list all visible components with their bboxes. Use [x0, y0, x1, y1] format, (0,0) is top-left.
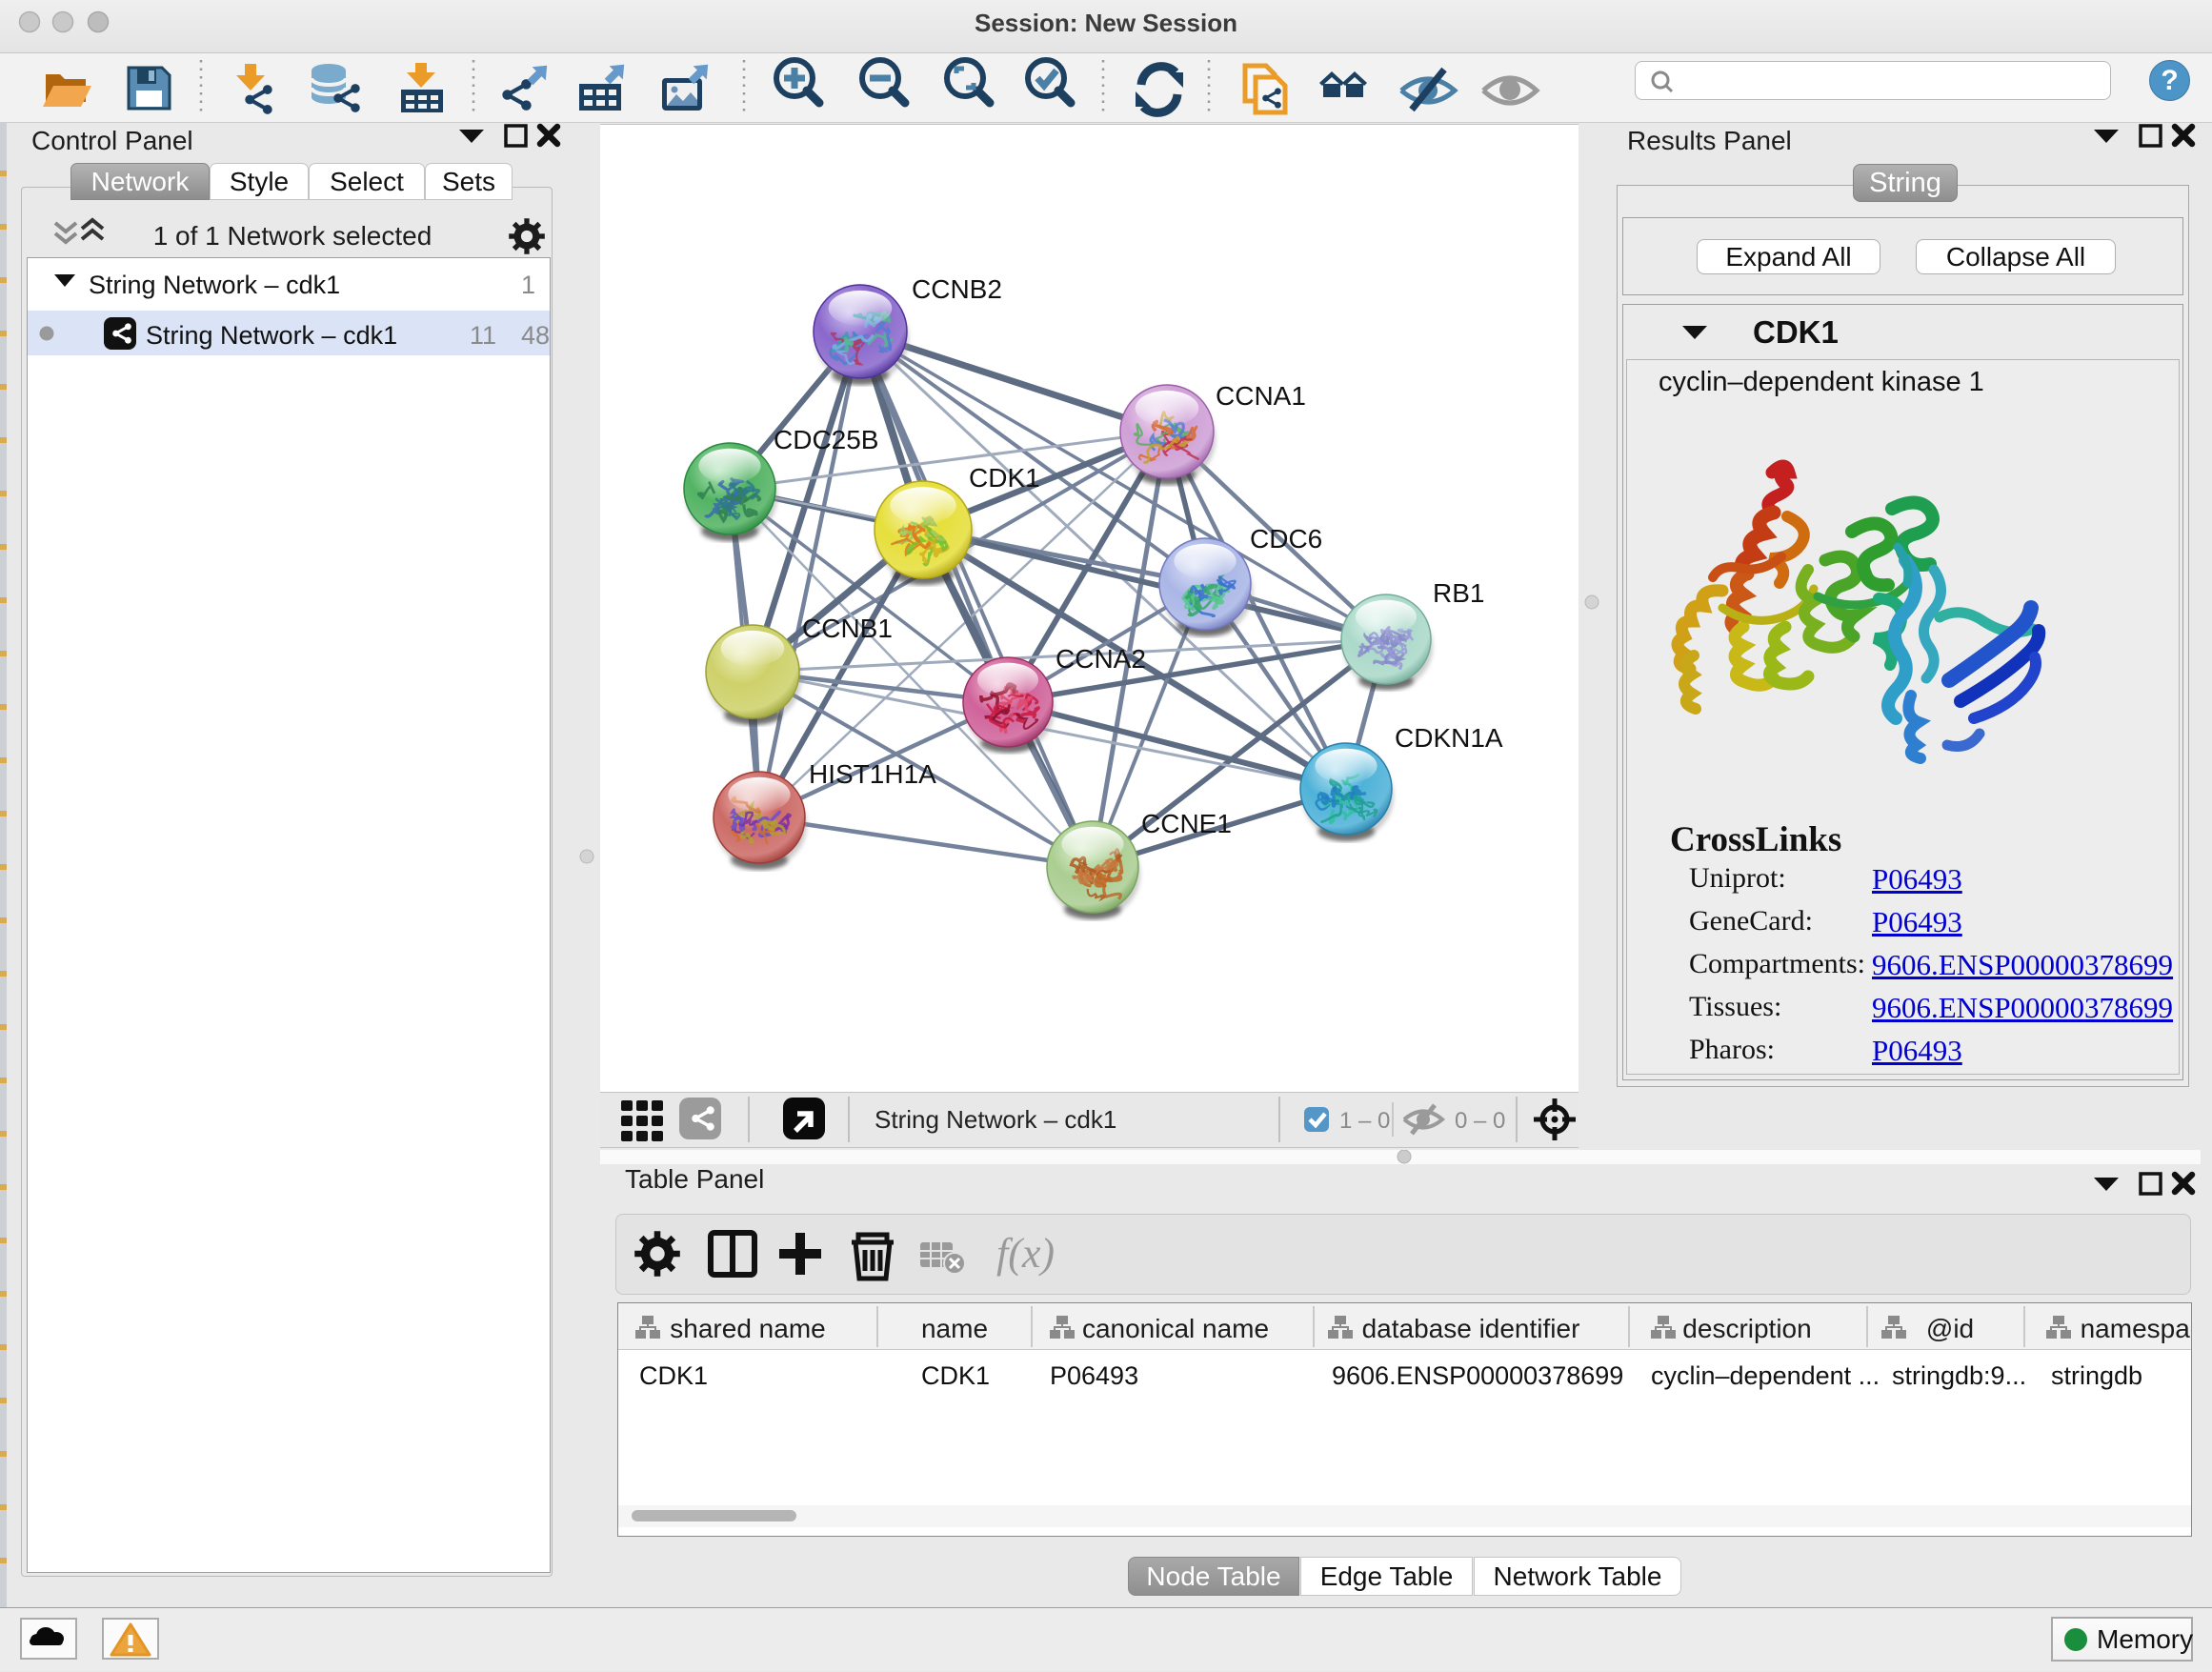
svg-text:CCNA1: CCNA1 [1216, 381, 1306, 411]
svg-text:HIST1H1A: HIST1H1A [809, 759, 936, 789]
svg-text:CCNB1: CCNB1 [802, 614, 893, 643]
svg-text:String Network – cdk1: String Network – cdk1 [89, 271, 340, 299]
svg-text:CCNB2: CCNB2 [912, 274, 1002, 304]
svg-text:0 – 0: 0 – 0 [1455, 1108, 1505, 1134]
svg-text:RB1: RB1 [1433, 578, 1484, 608]
svg-text:9606.ENSP00000378699: 9606.ENSP00000378699 [1332, 1361, 1623, 1390]
svg-text:CCNA2: CCNA2 [1056, 644, 1146, 674]
svg-text:name: name [921, 1314, 988, 1343]
svg-text:CDKN1A: CDKN1A [1395, 723, 1503, 753]
svg-text:1 of 1 Network selected: 1 of 1 Network selected [153, 221, 432, 251]
svg-text:CCNE1: CCNE1 [1141, 809, 1232, 838]
svg-text:String Network – cdk1: String Network – cdk1 [875, 1105, 1116, 1134]
svg-text:cyclin–dependent ...: cyclin–dependent ... [1651, 1361, 1880, 1390]
svg-text:CDK1: CDK1 [639, 1361, 708, 1390]
svg-text:CDK1: CDK1 [921, 1361, 990, 1390]
svg-text:@id: @id [1926, 1314, 1974, 1343]
svg-text:namespace: namespace [2081, 1314, 2191, 1343]
svg-text:1 – 0: 1 – 0 [1339, 1108, 1390, 1134]
svg-text:stringdb:9...: stringdb:9... [1892, 1361, 2026, 1390]
svg-text:1: 1 [521, 271, 550, 299]
svg-text:database identifier: database identifier [1362, 1314, 1580, 1343]
svg-text:P06493: P06493 [1050, 1361, 1138, 1390]
svg-text:CDC25B: CDC25B [774, 425, 878, 454]
svg-text:canonical name: canonical name [1082, 1314, 1269, 1343]
svg-text:CDK1: CDK1 [969, 463, 1040, 493]
svg-text:stringdb: stringdb [2051, 1361, 2142, 1390]
svg-text:CDC6: CDC6 [1250, 524, 1322, 554]
svg-text:shared name: shared name [670, 1314, 825, 1343]
svg-text:f(x): f(x) [996, 1230, 1055, 1277]
svg-text:description: description [1682, 1314, 1811, 1343]
